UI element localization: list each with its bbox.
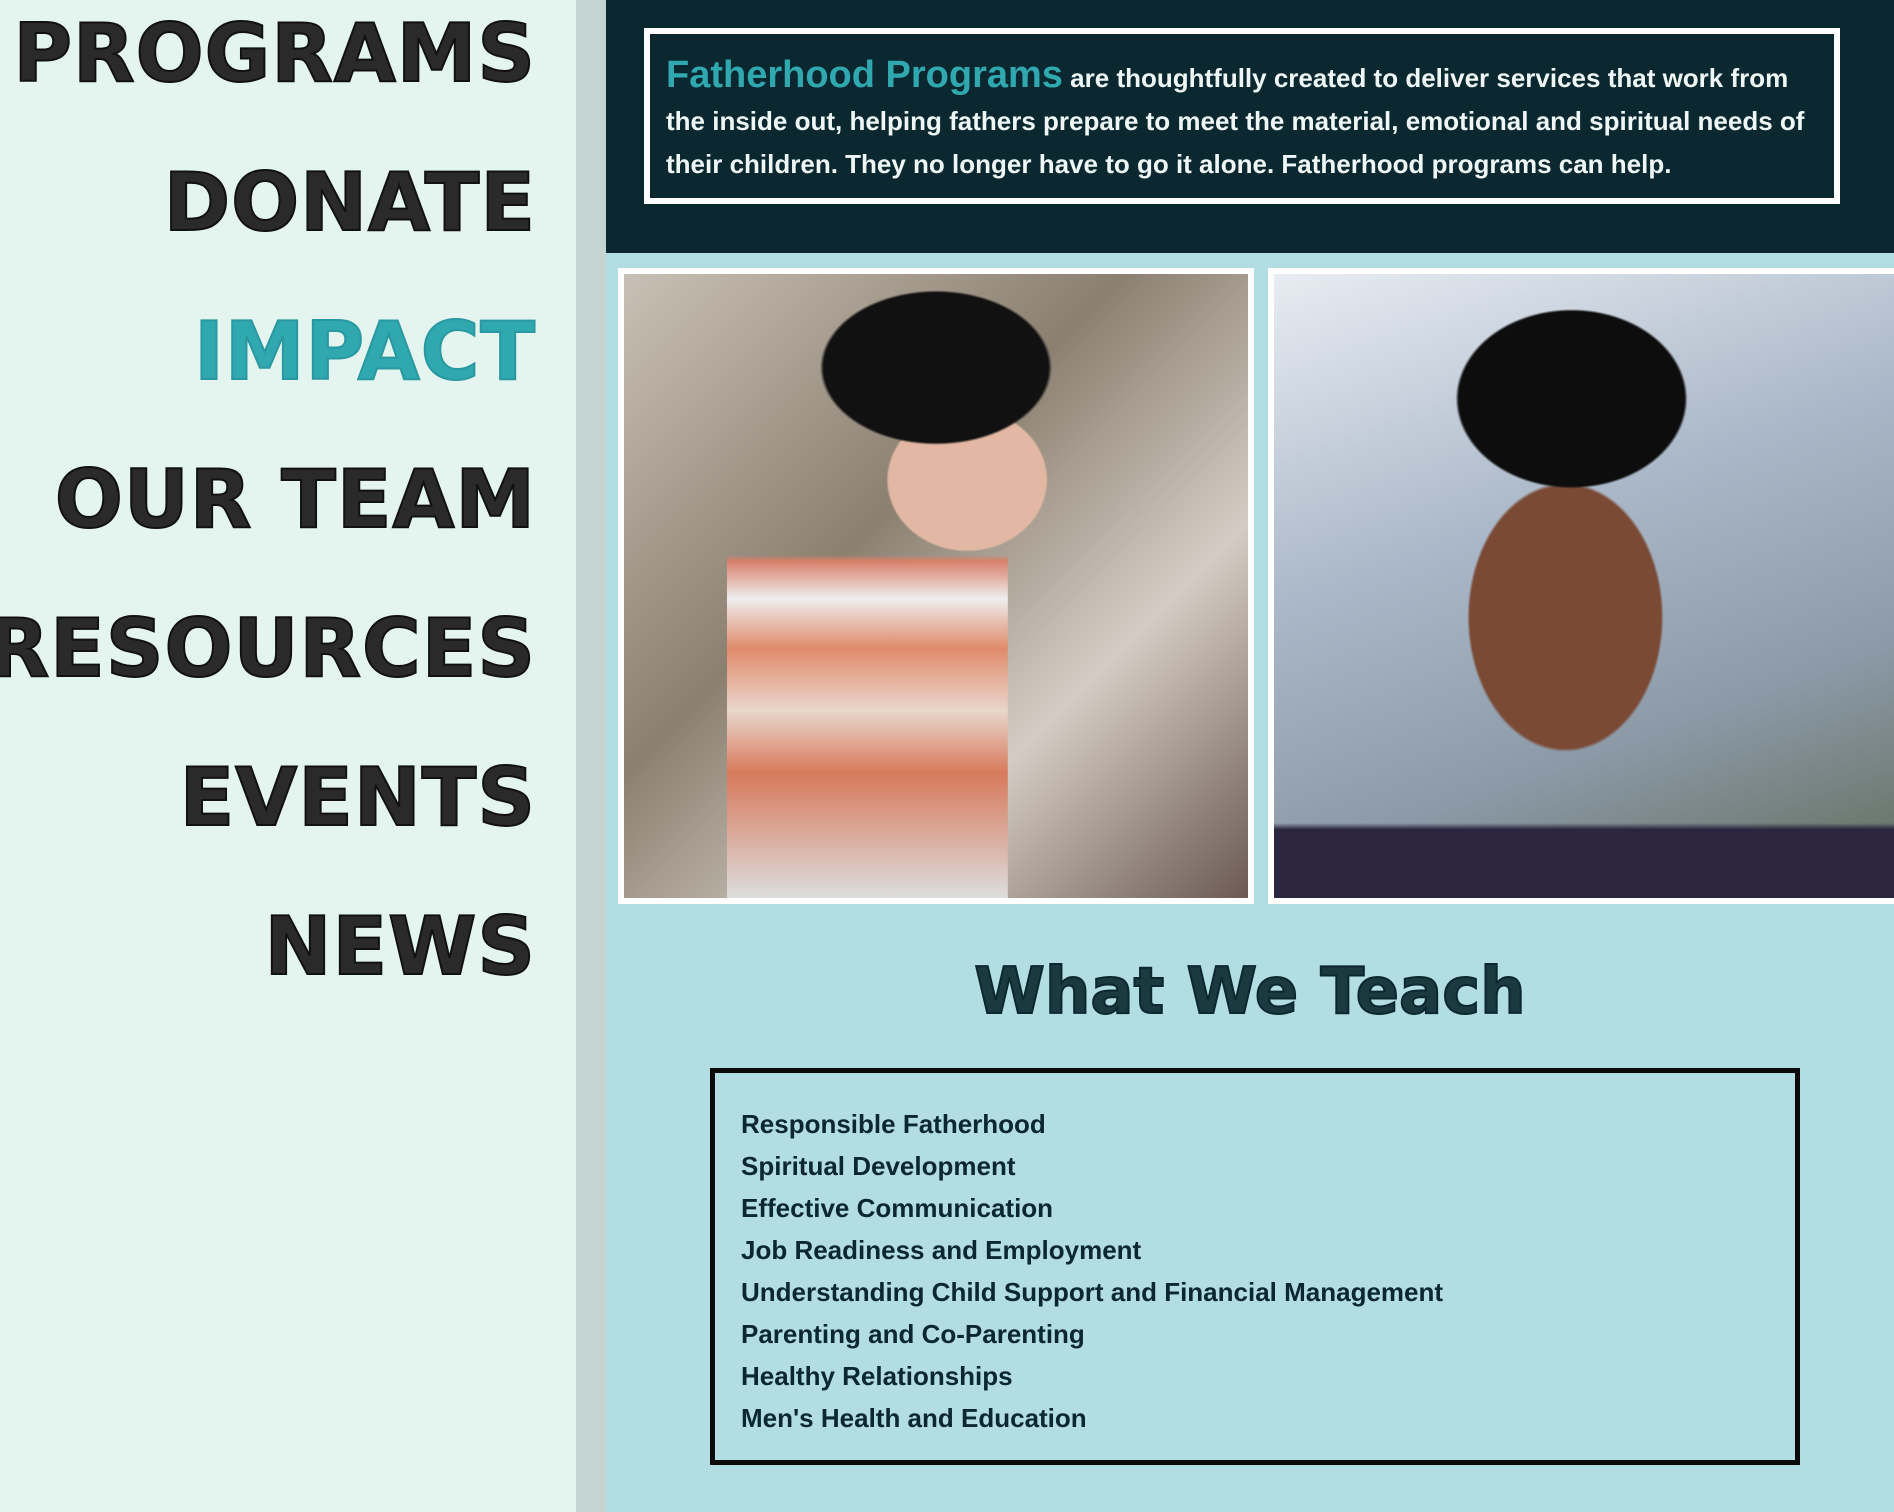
nav-resources[interactable]: RESOURCES: [0, 608, 536, 690]
list-item: Responsible Fatherhood: [741, 1109, 1046, 1139]
list-item: Understanding Child Support and Financia…: [741, 1277, 1444, 1307]
list-item: Spiritual Development: [741, 1151, 1016, 1181]
list-item: Healthy Relationships: [741, 1361, 1013, 1391]
nav-news[interactable]: NEWS: [264, 906, 536, 988]
list-item: Effective Communication: [741, 1193, 1054, 1223]
photo-boy-cowboy-hat: [618, 268, 1254, 904]
nav-our-team[interactable]: OUR TEAM: [54, 459, 536, 541]
photo-teen-portrait: [1268, 268, 1894, 904]
intro-banner: Fatherhood Programs are thoughtfully cre…: [606, 0, 1894, 253]
list-item: Parenting and Co-Parenting: [741, 1319, 1085, 1349]
sidebar-nav: PROGRAMS DONATE IMPACT OUR TEAM RESOURCE…: [0, 0, 576, 1512]
what-we-teach-heading: What We Teach: [973, 954, 1526, 1030]
nav-programs[interactable]: PROGRAMS: [12, 13, 536, 95]
intro-box: Fatherhood Programs are thoughtfully cre…: [644, 28, 1840, 204]
list-item: Job Readiness and Employment: [741, 1235, 1142, 1265]
sidebar-divider: [576, 0, 606, 1512]
teach-list-box: Responsible Fatherhood Spiritual Develop…: [710, 1068, 1800, 1465]
intro-highlight: Fatherhood Programs: [666, 54, 1063, 96]
nav-events[interactable]: EVENTS: [179, 757, 536, 839]
nav-donate[interactable]: DONATE: [163, 162, 536, 244]
nav-impact[interactable]: IMPACT: [193, 311, 536, 393]
list-item: Men's Health and Education: [741, 1403, 1087, 1433]
teach-list: Responsible Fatherhood Spiritual Develop…: [741, 1103, 1769, 1439]
